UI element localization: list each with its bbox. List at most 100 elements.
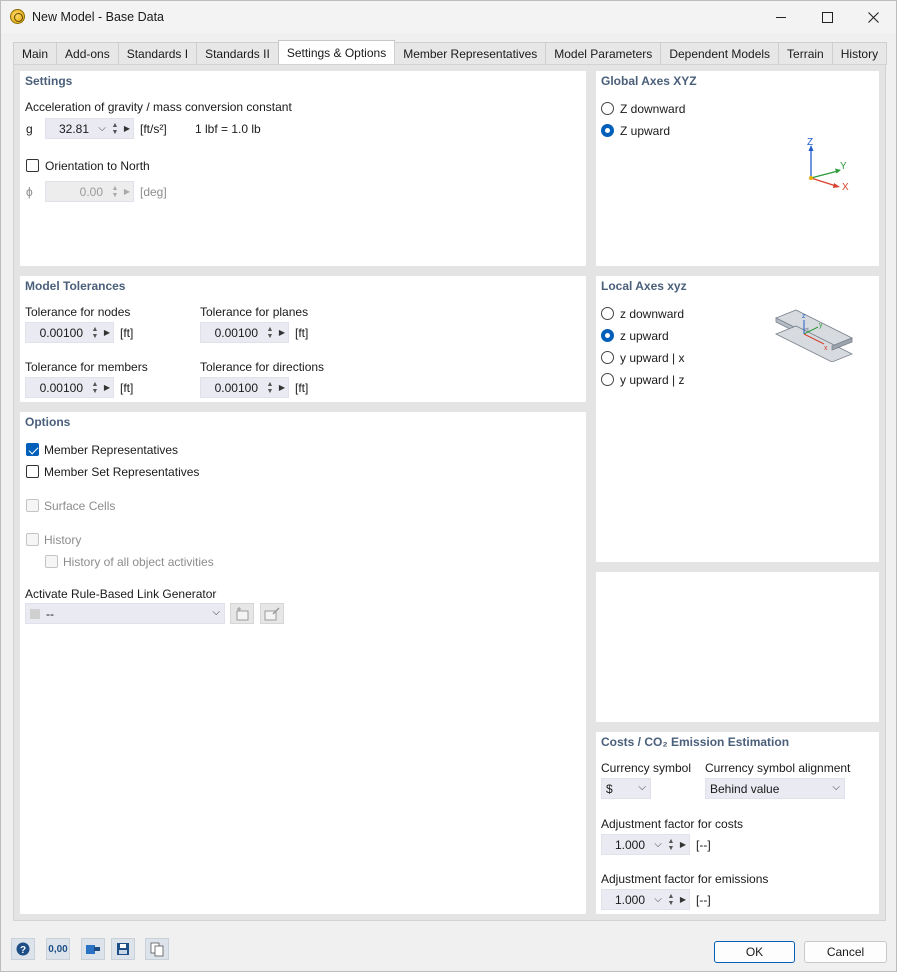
currency-select[interactable]: $ ⌵ — [601, 778, 651, 799]
member-rep-label: Member Representatives — [44, 443, 179, 457]
chevron-down-icon[interactable]: ⌵ — [651, 894, 665, 905]
help-button[interactable]: ? — [11, 938, 35, 960]
import-button[interactable] — [81, 938, 105, 960]
tab-main[interactable]: Main — [13, 42, 58, 65]
history-checkbox[interactable] — [26, 533, 39, 546]
spin-arrows-icon[interactable]: ▲ ▼ — [665, 838, 677, 852]
chevron-down-icon: ⌵ — [212, 607, 220, 618]
tab-standards-ii[interactable]: Standards II — [196, 42, 279, 65]
costs-title: Costs / CO₂ Emission Estimation — [601, 735, 790, 749]
tab-settings-options[interactable]: Settings & Options — [277, 40, 396, 65]
spin-arrows-icon[interactable]: ▲ ▼ — [665, 893, 677, 907]
empty-panel — [596, 572, 879, 722]
history-label: History — [44, 533, 82, 547]
spin-arrows-icon[interactable]: ▲ ▼ — [264, 326, 276, 340]
chevron-down-icon[interactable]: ⌵ — [95, 123, 109, 134]
edit-rule-button[interactable] — [260, 603, 284, 624]
units-button[interactable]: 0,00 — [46, 938, 70, 960]
z-upward-radio[interactable] — [601, 124, 614, 137]
tolerances-panel: Model Tolerances Tolerance for nodes 0.0… — [20, 276, 586, 402]
ok-button[interactable]: OK — [714, 941, 795, 963]
planes-tolerance-input[interactable]: 0.00100 ▲ ▼ ▶ — [200, 322, 289, 343]
directions-tolerance-input[interactable]: 0.00100 ▲ ▼ ▶ — [200, 377, 289, 398]
play-arrow-icon[interactable]: ▶ — [101, 383, 113, 392]
phi-unit: [deg] — [140, 185, 167, 199]
gravity-label: Acceleration of gravity / mass conversio… — [25, 100, 292, 114]
maximize-button[interactable] — [804, 1, 850, 33]
tab-model-parameters[interactable]: Model Parameters — [545, 42, 662, 65]
spin-arrows-icon[interactable]: ▲ ▼ — [264, 381, 276, 395]
play-arrow-icon[interactable]: ▶ — [677, 840, 689, 849]
g-symbol: g — [26, 122, 33, 136]
dialog-window: New Model - Base Data Main Add-ons Stand… — [0, 0, 897, 972]
play-arrow-icon[interactable]: ▶ — [276, 328, 288, 337]
local-z-downward-radio[interactable] — [601, 307, 614, 320]
local-z-upward-radio[interactable] — [601, 329, 614, 342]
member-rep-checkbox[interactable] — [26, 443, 39, 456]
help-icon: ? — [16, 942, 30, 956]
emission-factor-input[interactable]: 1.000 ⌵ ▲ ▼ ▶ — [601, 889, 690, 910]
planes-tolerance-value: 0.00100 — [214, 325, 258, 340]
currency-value: $ — [606, 781, 613, 796]
nodes-tolerance-input[interactable]: 0.00100 ▲ ▼ ▶ — [25, 322, 114, 343]
play-arrow-icon[interactable]: ▶ — [276, 383, 288, 392]
history-all-checkbox[interactable] — [45, 555, 58, 568]
z-downward-radio[interactable] — [601, 102, 614, 115]
alignment-select[interactable]: Behind value ⌵ — [705, 778, 845, 799]
play-arrow-icon[interactable]: ▶ — [121, 124, 133, 133]
member-set-rep-label: Member Set Representatives — [44, 465, 200, 479]
local-y-upward-z-radio[interactable] — [601, 373, 614, 386]
rule-generator-value: -- — [46, 606, 54, 621]
settings-title: Settings — [25, 74, 73, 88]
nodes-tolerance-value: 0.00100 — [39, 325, 83, 340]
spin-arrows-icon[interactable]: ▲ ▼ — [109, 185, 121, 199]
rule-generator-select[interactable]: -- ⌵ — [25, 603, 225, 624]
minimize-button[interactable] — [758, 1, 804, 33]
options-panel: Options Member Representatives Member Se… — [20, 412, 586, 914]
save-button[interactable] — [111, 938, 135, 960]
surface-cells-checkbox[interactable] — [26, 499, 39, 512]
members-tolerance-label: Tolerance for members — [25, 360, 148, 374]
emission-factor-value: 1.000 — [614, 892, 645, 907]
local-y-upward-z-label: y upward | z — [620, 373, 685, 387]
play-arrow-icon[interactable]: ▶ — [121, 187, 133, 196]
phi-input[interactable]: 0.00 ▲ ▼ ▶ — [45, 181, 134, 202]
copy-button[interactable] — [145, 938, 169, 960]
tab-member-representatives[interactable]: Member Representatives — [394, 42, 547, 65]
tab-history[interactable]: History — [831, 42, 888, 65]
tab-terrain[interactable]: Terrain — [778, 42, 833, 65]
nodes-unit: [ft] — [120, 326, 134, 340]
play-arrow-icon[interactable]: ▶ — [101, 328, 113, 337]
play-arrow-icon[interactable]: ▶ — [677, 895, 689, 904]
local-y-upward-x-radio[interactable] — [601, 351, 614, 364]
gravity-input[interactable]: 32.81 ⌵ ▲ ▼ ▶ — [45, 118, 134, 139]
new-rule-button[interactable] — [230, 603, 254, 624]
save-icon — [117, 943, 129, 955]
directions-tolerance-label: Tolerance for directions — [200, 360, 325, 374]
cost-factor-unit: [--] — [696, 838, 711, 852]
close-button[interactable] — [850, 1, 896, 33]
local-z-upward-label: z upward — [620, 329, 669, 343]
global-axes-panel: Global Axes XYZ Z downward Z upward Z Y … — [596, 71, 879, 266]
tab-dependent-models[interactable]: Dependent Models — [660, 42, 780, 65]
cancel-button[interactable]: Cancel — [804, 941, 887, 963]
z-upward-label: Z upward — [620, 124, 671, 138]
app-icon — [10, 9, 25, 24]
directions-tolerance-value: 0.00100 — [214, 380, 258, 395]
tab-standards-i[interactable]: Standards I — [117, 42, 198, 65]
tolerances-title: Model Tolerances — [25, 279, 126, 293]
chevron-down-icon[interactable]: ⌵ — [651, 839, 665, 850]
spin-arrows-icon[interactable]: ▲ ▼ — [89, 326, 101, 340]
local-y-upward-x-label: y upward | x — [620, 351, 685, 365]
cost-factor-label: Adjustment factor for costs — [601, 817, 744, 831]
members-tolerance-input[interactable]: 0.00100 ▲ ▼ ▶ — [25, 377, 114, 398]
orientation-checkbox[interactable] — [26, 159, 39, 172]
planes-tolerance-label: Tolerance for planes — [200, 305, 309, 319]
axis-z-label: Z — [807, 137, 813, 148]
cost-factor-input[interactable]: 1.000 ⌵ ▲ ▼ ▶ — [601, 834, 690, 855]
window-title: New Model - Base Data — [32, 10, 165, 24]
member-set-rep-checkbox[interactable] — [26, 465, 39, 478]
spin-arrows-icon[interactable]: ▲ ▼ — [89, 381, 101, 395]
tab-add-ons[interactable]: Add-ons — [56, 42, 119, 65]
spin-arrows-icon[interactable]: ▲ ▼ — [109, 122, 121, 136]
